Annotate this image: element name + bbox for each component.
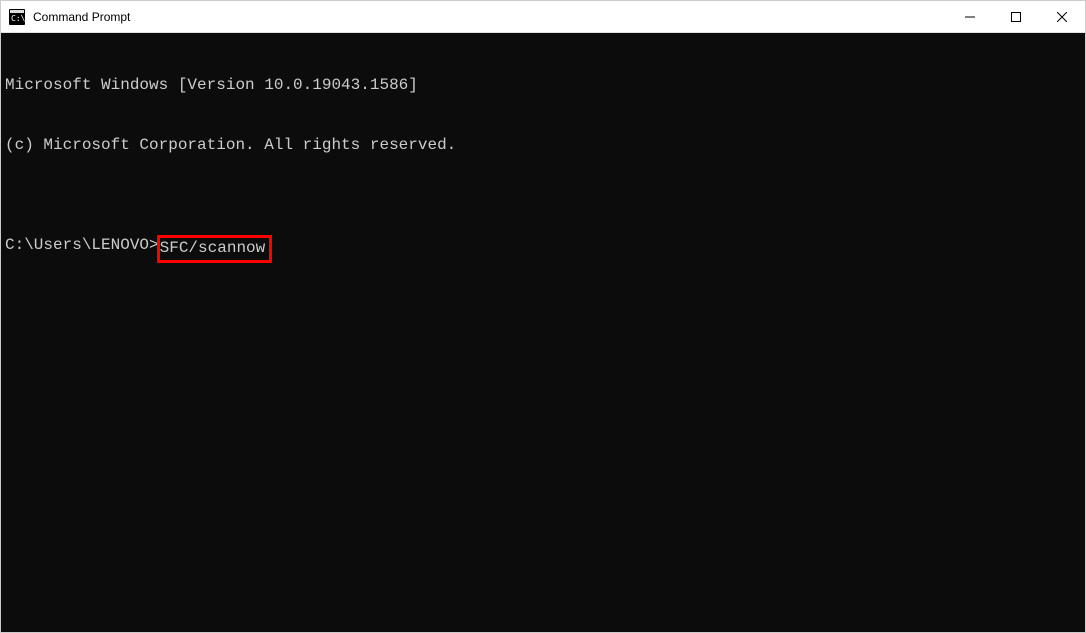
console-area[interactable]: Microsoft Windows [Version 10.0.19043.15… — [1, 33, 1085, 632]
titlebar[interactable]: C:\ Command Prompt — [1, 1, 1085, 33]
maximize-icon — [1011, 12, 1021, 22]
console-output-line: (c) Microsoft Corporation. All rights re… — [5, 135, 1081, 155]
command-prompt-window: C:\ Command Prompt Micro — [0, 0, 1086, 633]
command-prompt-icon: C:\ — [9, 9, 25, 25]
window-title: Command Prompt — [33, 10, 947, 24]
console-prompt: C:\Users\LENOVO> — [5, 235, 159, 255]
maximize-button[interactable] — [993, 1, 1039, 32]
close-button[interactable] — [1039, 1, 1085, 32]
console-prompt-line: C:\Users\LENOVO>SFC/scannow — [5, 235, 1081, 263]
close-icon — [1057, 12, 1067, 22]
console-command[interactable]: SFC/scannow — [160, 239, 266, 257]
window-controls — [947, 1, 1085, 32]
command-highlight: SFC/scannow — [157, 235, 273, 263]
console-output-line: Microsoft Windows [Version 10.0.19043.15… — [5, 75, 1081, 95]
minimize-icon — [965, 12, 975, 22]
svg-text:C:\: C:\ — [11, 14, 25, 23]
minimize-button[interactable] — [947, 1, 993, 32]
